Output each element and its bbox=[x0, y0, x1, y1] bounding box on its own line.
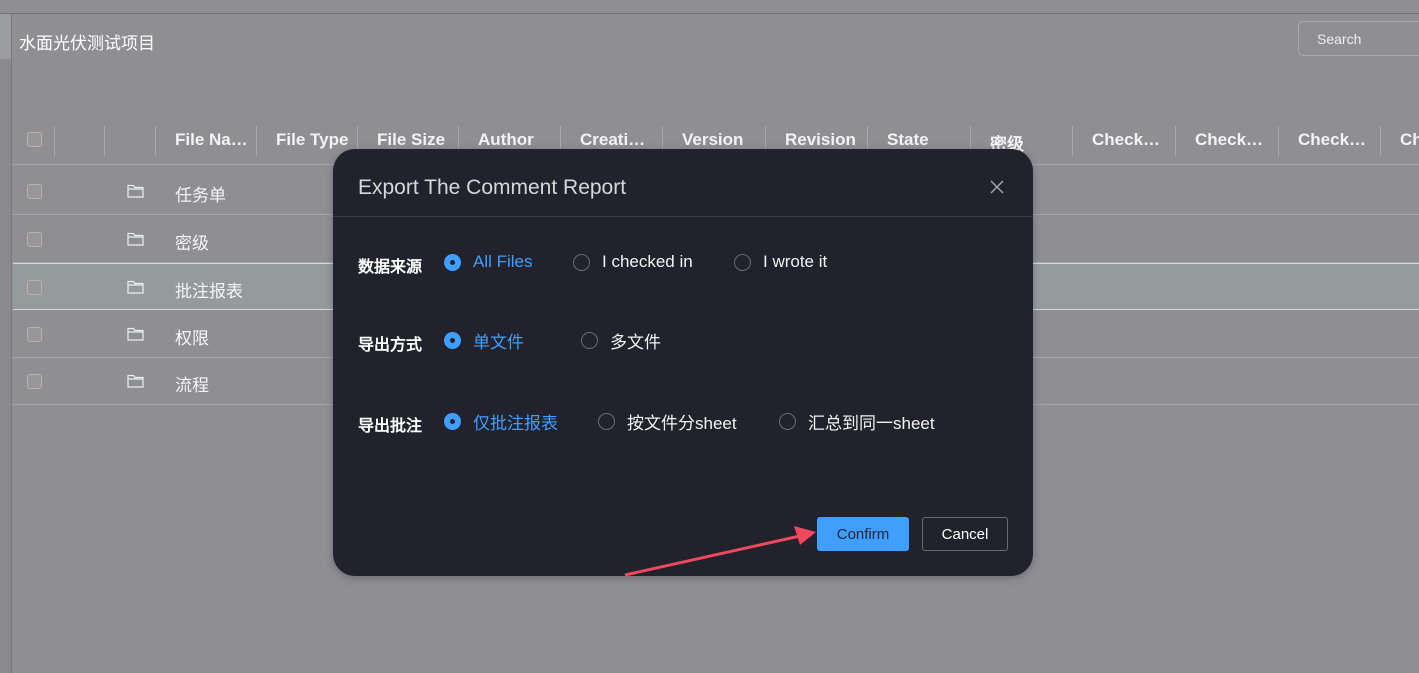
radio-label: 多文件 bbox=[610, 332, 661, 352]
row-checkbox[interactable] bbox=[27, 374, 42, 389]
top-divider bbox=[0, 13, 1419, 14]
field-label: 数据来源 bbox=[358, 259, 423, 276]
radio-label: All Files bbox=[473, 252, 533, 271]
radio-group: 导出批注 仅批注报表 按文件分sheet 汇总到同一sheet bbox=[358, 409, 1008, 435]
column-separator[interactable] bbox=[54, 126, 55, 156]
radio-button[interactable] bbox=[581, 331, 598, 349]
file-name[interactable]: 流程 bbox=[175, 371, 209, 396]
radio-button[interactable] bbox=[734, 253, 751, 271]
radio-label: I wrote it bbox=[763, 252, 828, 271]
left-sidebar-strip bbox=[0, 14, 12, 673]
radio-button[interactable] bbox=[573, 253, 590, 271]
column-header[interactable]: Revision bbox=[785, 130, 856, 150]
column-header[interactable]: Creati… bbox=[580, 130, 645, 150]
column-header[interactable]: File Na… bbox=[175, 130, 248, 150]
column-header[interactable]: State bbox=[887, 130, 929, 150]
file-name[interactable]: 权限 bbox=[175, 324, 209, 349]
field-label: 导出批注 bbox=[358, 418, 423, 435]
radio-button[interactable] bbox=[444, 412, 461, 430]
file-name[interactable]: 任务单 bbox=[175, 181, 226, 206]
column-separator[interactable] bbox=[1072, 126, 1073, 156]
radio-label: 单文件 bbox=[473, 332, 524, 352]
column-header[interactable]: File Type bbox=[276, 130, 348, 150]
folder-icon bbox=[127, 232, 144, 246]
column-separator[interactable] bbox=[1278, 126, 1279, 156]
folder-icon bbox=[127, 184, 144, 198]
row-checkbox[interactable] bbox=[27, 326, 42, 342]
radio-option[interactable]: 仅批注报表 bbox=[444, 409, 558, 433]
folder-icon bbox=[127, 327, 144, 341]
confirm-button[interactable]: Confirm bbox=[817, 517, 909, 551]
export-comment-report-dialog: Export The Comment Report 数据来源 All Files I… bbox=[333, 149, 1033, 576]
column-header[interactable]: Author bbox=[478, 130, 534, 150]
radio-option[interactable]: I checked in bbox=[573, 250, 693, 274]
search-input[interactable]: Search bbox=[1298, 21, 1419, 56]
radio-option[interactable]: 汇总到同一sheet bbox=[779, 409, 935, 433]
radio-option[interactable]: 按文件分sheet bbox=[598, 409, 737, 433]
folder-icon bbox=[127, 374, 144, 388]
cancel-button[interactable]: Cancel bbox=[922, 517, 1008, 551]
radio-label: 仅批注报表 bbox=[473, 413, 558, 433]
column-separator[interactable] bbox=[155, 126, 156, 156]
radio-label: 汇总到同一sheet bbox=[808, 413, 935, 433]
file-name[interactable]: 批注报表 bbox=[175, 277, 243, 302]
column-separator[interactable] bbox=[1380, 126, 1381, 156]
column-header[interactable]: Version bbox=[682, 130, 743, 150]
field-label: 导出方式 bbox=[358, 337, 423, 354]
column-header[interactable]: Check… bbox=[1195, 130, 1263, 150]
radio-button[interactable] bbox=[444, 253, 461, 271]
radio-option[interactable]: I wrote it bbox=[734, 250, 827, 274]
radio-button[interactable] bbox=[598, 412, 615, 430]
radio-label: I checked in bbox=[602, 252, 693, 271]
radio-option[interactable]: 多文件 bbox=[581, 328, 661, 352]
sidebar-active-marker bbox=[0, 14, 11, 59]
radio-group: 导出方式 单文件 多文件 bbox=[358, 328, 1008, 354]
column-header[interactable]: Ch bbox=[1400, 130, 1419, 150]
file-name[interactable]: 密级 bbox=[175, 229, 209, 254]
column-header[interactable]: Check… bbox=[1298, 130, 1366, 150]
radio-button[interactable] bbox=[444, 331, 461, 349]
select-all-checkbox[interactable] bbox=[27, 132, 42, 147]
radio-option[interactable]: 单文件 bbox=[444, 328, 524, 352]
radio-label: 按文件分sheet bbox=[627, 413, 737, 433]
column-separator[interactable] bbox=[104, 126, 105, 156]
column-separator[interactable] bbox=[1175, 126, 1176, 156]
folder-icon bbox=[127, 280, 144, 294]
radio-option[interactable]: All Files bbox=[444, 250, 533, 274]
column-header[interactable]: Check… bbox=[1092, 130, 1160, 150]
radio-group: 数据来源 All Files I checked in I wrote it bbox=[358, 250, 1008, 276]
dialog-header-divider bbox=[333, 216, 1033, 217]
project-title: 水面光伏测试项目 bbox=[19, 34, 155, 53]
close-icon[interactable] bbox=[989, 179, 1005, 195]
row-checkbox[interactable] bbox=[27, 280, 42, 295]
dialog-title: Export The Comment Report bbox=[358, 176, 627, 199]
column-header[interactable]: File Size bbox=[377, 130, 445, 150]
radio-button[interactable] bbox=[779, 412, 796, 430]
row-checkbox[interactable] bbox=[27, 231, 42, 247]
column-separator[interactable] bbox=[256, 126, 257, 156]
row-checkbox[interactable] bbox=[27, 184, 42, 199]
